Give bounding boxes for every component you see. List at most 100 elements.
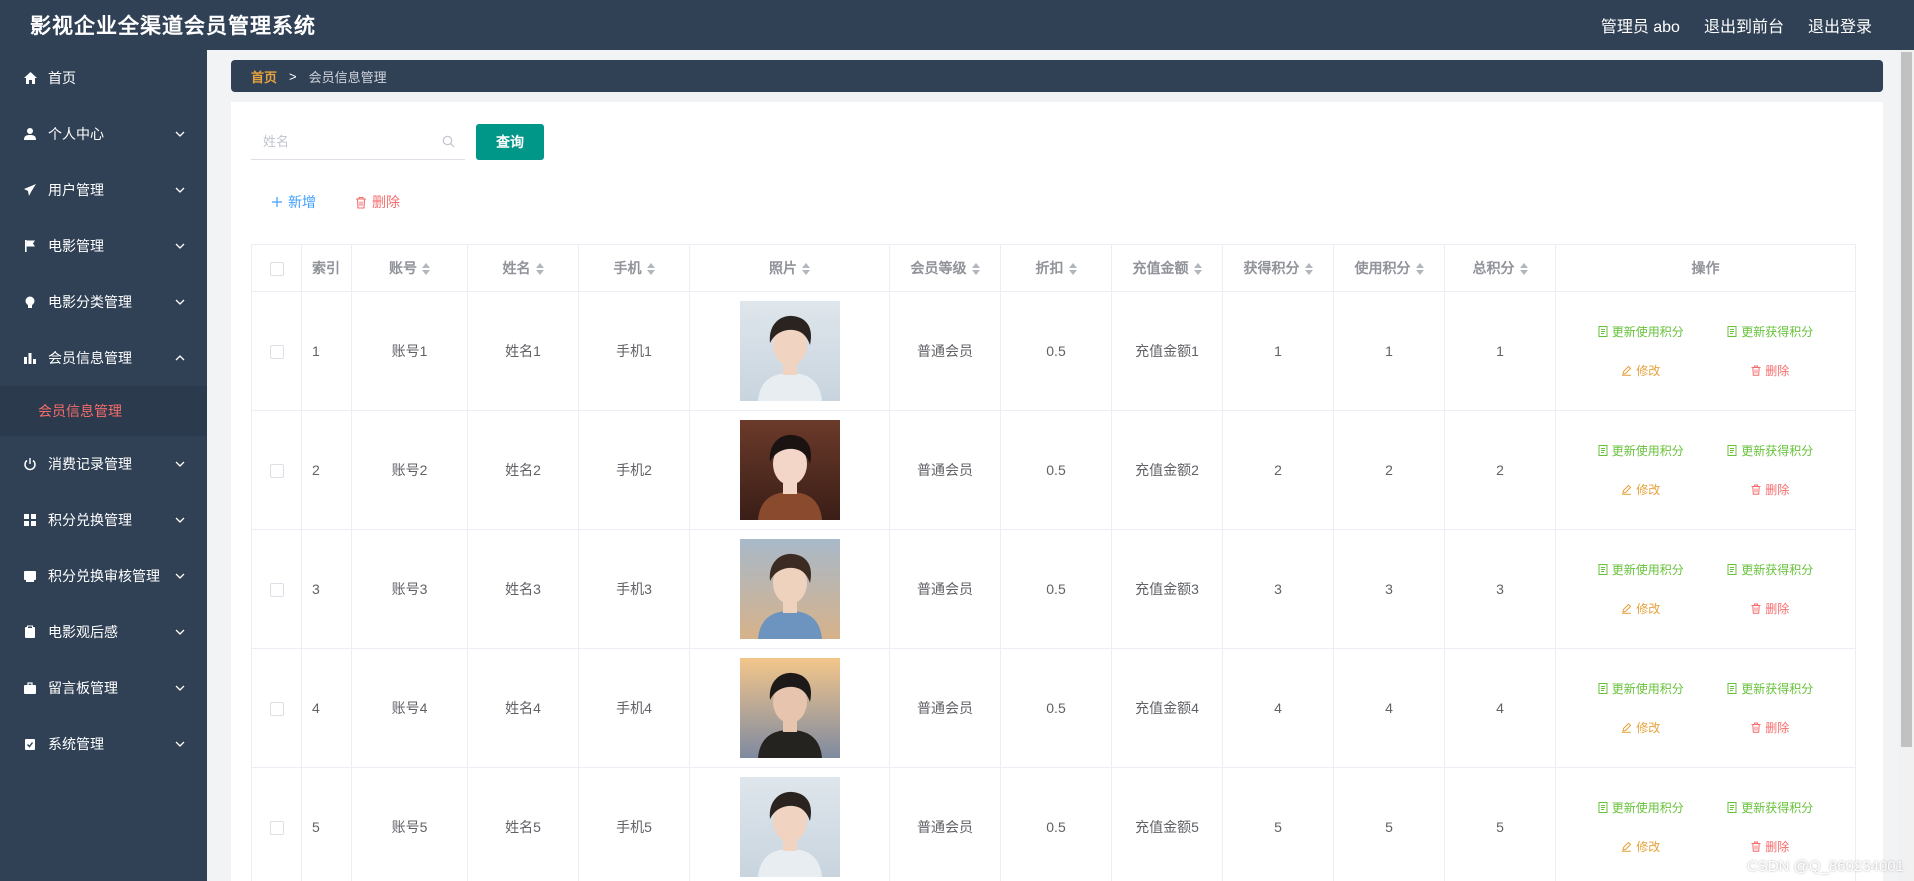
edit-icon (1622, 365, 1632, 376)
sidebar-item-movie-management[interactable]: 电影管理 (0, 218, 207, 274)
document-icon (1727, 564, 1737, 575)
column-header-name[interactable]: 姓名 (467, 244, 579, 292)
cell-recharge: 充值金额1 (1111, 291, 1223, 411)
table-row: 2 账号2 姓名2 手机2 普通会员 0.5 充值金额2 2 2 2 更新使用积分 更新获得积分 修改删… (251, 410, 1856, 530)
table-row: 5 账号5 姓名5 手机5 普通会员 0.5 充值金额5 5 5 5 更新使用积分 更新获得积分 修改删… (251, 767, 1856, 881)
column-header-earned[interactable]: 获得积分 (1222, 244, 1334, 292)
row-checkbox[interactable] (269, 464, 284, 479)
cell-phone: 手机3 (578, 529, 690, 649)
op-label: 修改 (1636, 364, 1661, 378)
cell-photo (689, 767, 890, 881)
op-label: 更新获得积分 (1741, 325, 1814, 339)
column-header-label: 账号 (389, 260, 417, 276)
row-checkbox[interactable] (269, 345, 284, 360)
column-header-discount[interactable]: 折扣 (1000, 244, 1112, 292)
update-earned-points-button[interactable]: 更新获得积分 (1706, 680, 1836, 697)
batch-delete-button[interactable]: 删除 (355, 192, 400, 212)
sidebar-item-points-exchange[interactable]: 积分兑换管理 (0, 492, 207, 548)
delete-row-button[interactable]: 删除 (1706, 481, 1836, 498)
user-icon (22, 126, 38, 142)
sidebar-item-home[interactable]: 首页 (0, 50, 207, 106)
column-header-phone[interactable]: 手机 (578, 244, 690, 292)
query-button[interactable]: 查询 (476, 124, 544, 160)
sidebar-item-consumption-records[interactable]: 消费记录管理 (0, 436, 207, 492)
scrollbar-thumb[interactable] (1901, 52, 1912, 747)
member-photo[interactable] (739, 301, 840, 401)
update-used-points-button[interactable]: 更新使用积分 (1576, 442, 1706, 459)
row-checkbox[interactable] (269, 583, 284, 598)
name-search-input[interactable] (263, 134, 433, 149)
sort-icon[interactable] (646, 263, 655, 276)
sort-icon[interactable] (422, 263, 430, 276)
delete-button-label: 删除 (372, 194, 400, 210)
briefcase-icon (22, 680, 38, 696)
cell-level: 普通会员 (889, 291, 1001, 411)
edit-button[interactable]: 修改 (1576, 481, 1706, 498)
edit-icon (1622, 484, 1632, 495)
sort-icon[interactable] (1519, 263, 1528, 276)
sidebar-item-system-management[interactable]: 系统管理 (0, 716, 207, 772)
submenu-item-member-info[interactable]: 会员信息管理 (0, 386, 207, 436)
sort-icon[interactable] (971, 263, 980, 276)
update-earned-points-button[interactable]: 更新获得积分 (1706, 561, 1836, 578)
sort-icon[interactable] (1304, 263, 1313, 276)
row-checkbox[interactable] (269, 702, 284, 717)
sort-icon[interactable] (802, 263, 810, 276)
column-header-used[interactable]: 使用积分 (1333, 244, 1445, 292)
update-used-points-button[interactable]: 更新使用积分 (1576, 323, 1706, 340)
op-label: 更新使用积分 (1611, 801, 1684, 815)
edit-button[interactable]: 修改 (1576, 838, 1706, 855)
update-used-points-button[interactable]: 更新使用积分 (1576, 680, 1706, 697)
column-header-account[interactable]: 账号 (351, 244, 468, 292)
select-all-checkbox[interactable] (269, 262, 284, 277)
delete-row-button[interactable]: 删除 (1706, 719, 1836, 736)
update-used-points-button[interactable]: 更新使用积分 (1576, 561, 1706, 578)
sort-icon[interactable] (1068, 263, 1077, 276)
column-header-photo[interactable]: 照片 (689, 244, 890, 292)
sort-icon[interactable] (1193, 263, 1202, 276)
sidebar-item-user-management[interactable]: 用户管理 (0, 162, 207, 218)
sidebar-item-member-info[interactable]: 会员信息管理 (0, 330, 207, 386)
delete-row-button[interactable]: 删除 (1706, 362, 1836, 379)
sidebar-item-points-review[interactable]: 积分兑换审核管理 (0, 548, 207, 604)
sidebar-item-message-board[interactable]: 留言板管理 (0, 660, 207, 716)
member-photo[interactable] (739, 539, 840, 639)
member-photo[interactable] (739, 777, 840, 877)
breadcrumb-home-link[interactable]: 首页 (251, 67, 277, 86)
main-content: 首页 > 会员信息管理 查询 新增 删除 索引 账号 (207, 50, 1899, 881)
cell-discount: 0.5 (1000, 648, 1112, 768)
column-header-total[interactable]: 总积分 (1444, 244, 1556, 292)
name-search-field[interactable] (251, 124, 465, 160)
column-header-recharge[interactable]: 充值金额 (1111, 244, 1223, 292)
sort-icon[interactable] (535, 263, 544, 276)
sidebar: 首页 个人中心 用户管理 电影管理 电影分类管理 会员信息管理 会员信息管理 消… (0, 50, 207, 881)
op-label: 更新使用积分 (1611, 444, 1684, 458)
exit-to-front-link[interactable]: 退出到前台 (1704, 13, 1784, 37)
delete-row-button[interactable]: 删除 (1706, 838, 1836, 855)
logout-link[interactable]: 退出登录 (1808, 13, 1872, 37)
sidebar-item-label: 电影观后感 (48, 624, 118, 640)
update-earned-points-button[interactable]: 更新获得积分 (1706, 442, 1836, 459)
edit-button[interactable]: 修改 (1576, 600, 1706, 617)
card-icon (22, 568, 38, 584)
member-photo[interactable] (739, 420, 840, 520)
column-header-label: 姓名 (502, 260, 531, 276)
add-button[interactable]: 新增 (271, 192, 316, 212)
document-icon (1727, 326, 1737, 337)
sidebar-item-movie-category[interactable]: 电影分类管理 (0, 274, 207, 330)
document-icon (1727, 445, 1737, 456)
edit-button[interactable]: 修改 (1576, 362, 1706, 379)
update-earned-points-button[interactable]: 更新获得积分 (1706, 323, 1836, 340)
delete-row-button[interactable]: 删除 (1706, 600, 1836, 617)
column-header-level[interactable]: 会员等级 (889, 244, 1001, 292)
update-earned-points-button[interactable]: 更新获得积分 (1706, 799, 1836, 816)
update-used-points-button[interactable]: 更新使用积分 (1576, 799, 1706, 816)
cell-discount: 0.5 (1000, 410, 1112, 530)
member-photo[interactable] (739, 658, 840, 758)
cell-phone: 手机4 (578, 648, 690, 768)
edit-button[interactable]: 修改 (1576, 719, 1706, 736)
sidebar-item-movie-reviews[interactable]: 电影观后感 (0, 604, 207, 660)
row-checkbox[interactable] (269, 821, 284, 836)
sort-icon[interactable] (1415, 263, 1424, 276)
sidebar-item-personal-center[interactable]: 个人中心 (0, 106, 207, 162)
